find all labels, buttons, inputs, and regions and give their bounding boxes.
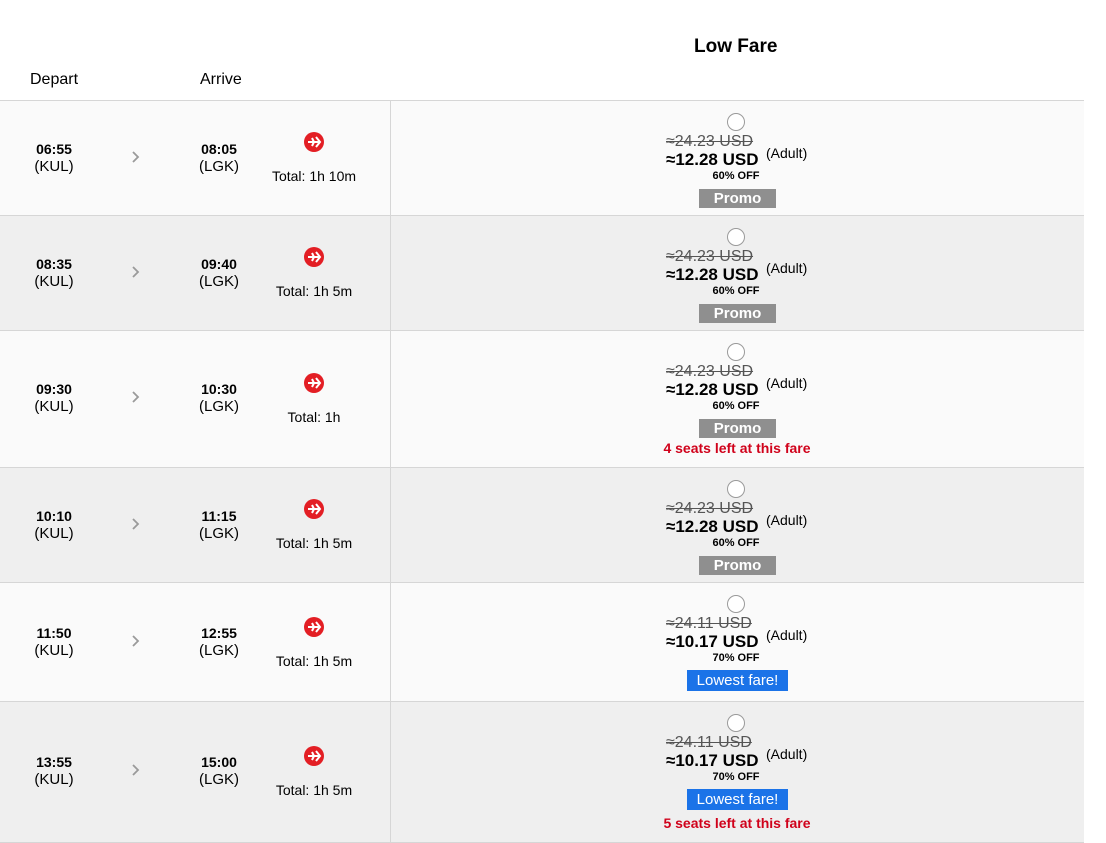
discounted-price: ≈10.17 USD [666,751,759,770]
airline-plane-icon [304,746,324,766]
discounted-price: ≈12.28 USD [666,150,759,169]
original-price: ≈24.23 USD [666,500,754,517]
total-duration: Total: 1h 5m [275,653,353,669]
flight-row[interactable]: 06:55 (KUL) 08:05 (LGK) Total: 1h 10m ≈2… [0,101,1084,216]
fare-radio-button[interactable] [727,228,745,246]
arrive-airport: (LGK) [198,273,239,290]
lowest-fare-badge: Lowest fare! [687,789,788,810]
passenger-type: (Adult) [766,627,808,643]
promo-badge: Promo [699,189,776,208]
chevron-right-icon [132,151,140,163]
airline-plane-icon [304,617,324,637]
arrive-time: 15:00 [201,754,237,770]
fare-radio-button[interactable] [727,480,745,498]
promo-badge: Promo [699,556,776,575]
depart-time: 11:50 [36,625,72,641]
discounted-price: ≈12.28 USD [666,517,759,536]
arrive-time: 12:55 [201,625,237,641]
depart-airport: (KUL) [34,273,74,290]
depart-time: 09:30 [36,381,72,397]
depart-time: 13:55 [36,754,72,770]
flight-row[interactable]: 11:50 (KUL) 12:55 (LGK) Total: 1h 5m ≈24… [0,583,1084,702]
flight-row[interactable]: 09:30 (KUL) 10:30 (LGK) Total: 1h ≈24.23… [0,331,1084,468]
discount-label: 60% OFF [712,537,760,549]
discounted-price: ≈12.28 USD [666,265,759,284]
seats-left-warning: 4 seats left at this fare [663,440,811,456]
passenger-type: (Adult) [766,145,808,161]
chevron-right-icon [132,518,140,530]
fare-radio-button[interactable] [727,595,745,613]
depart-airport: (KUL) [34,771,74,788]
arrive-time: 09:40 [201,256,237,272]
depart-airport: (KUL) [34,642,74,659]
discounted-price: ≈12.28 USD [666,380,759,399]
depart-airport: (KUL) [34,525,74,542]
depart-time: 08:35 [36,256,72,272]
passenger-type: (Adult) [766,512,808,528]
depart-time: 06:55 [36,141,72,157]
flight-row[interactable]: 10:10 (KUL) 11:15 (LGK) Total: 1h 5m ≈24… [0,468,1084,583]
original-price: ≈24.23 USD [666,363,754,380]
arrive-airport: (LGK) [198,642,239,659]
total-duration: Total: 1h [287,409,341,425]
fare-radio-button[interactable] [727,714,745,732]
original-price: ≈24.23 USD [666,133,754,150]
chevron-right-icon [132,635,140,647]
depart-column-header: Depart [30,71,79,88]
arrive-airport: (LGK) [198,398,239,415]
arrive-time: 10:30 [201,381,237,397]
discount-label: 60% OFF [712,170,760,182]
table-header: Depart Arrive Low Fare [0,0,1084,101]
low-fare-column-header: Low Fare [694,36,778,57]
total-duration: Total: 1h 5m [275,782,353,798]
airline-plane-icon [304,373,324,393]
arrive-airport: (LGK) [198,771,239,788]
chevron-right-icon [132,764,140,776]
arrive-airport: (LGK) [198,158,239,175]
discount-label: 60% OFF [712,285,760,297]
discounted-price: ≈10.17 USD [666,632,759,651]
chevron-right-icon [132,391,140,403]
original-price: ≈24.11 USD [666,734,752,751]
total-duration: Total: 1h 5m [275,283,353,299]
arrive-time: 08:05 [201,141,237,157]
total-duration: Total: 1h 5m [275,535,353,551]
depart-time: 10:10 [36,508,72,524]
discount-label: 60% OFF [712,400,760,412]
passenger-type: (Adult) [766,375,808,391]
fare-radio-button[interactable] [727,113,745,131]
passenger-type: (Adult) [766,746,808,762]
airline-plane-icon [304,499,324,519]
flight-results-table: Depart Arrive Low Fare 06:55 (KUL) 08:05… [0,0,1084,843]
airline-plane-icon [304,247,324,267]
passenger-type: (Adult) [766,260,808,276]
promo-badge: Promo [699,419,776,438]
chevron-right-icon [132,266,140,278]
arrive-time: 11:15 [201,508,237,524]
depart-airport: (KUL) [34,398,74,415]
lowest-fare-badge: Lowest fare! [687,670,788,691]
discount-label: 70% OFF [712,771,760,783]
fare-radio-button[interactable] [727,343,745,361]
airline-plane-icon [304,132,324,152]
total-duration: Total: 1h 10m [271,168,357,184]
discount-label: 70% OFF [712,652,760,664]
arrive-airport: (LGK) [198,525,239,542]
promo-badge: Promo [699,304,776,323]
depart-airport: (KUL) [34,158,74,175]
original-price: ≈24.23 USD [666,248,754,265]
flight-row[interactable]: 08:35 (KUL) 09:40 (LGK) Total: 1h 5m ≈24… [0,216,1084,331]
arrive-column-header: Arrive [200,71,242,88]
original-price: ≈24.11 USD [666,615,752,632]
flight-row[interactable]: 13:55 (KUL) 15:00 (LGK) Total: 1h 5m ≈24… [0,702,1084,843]
